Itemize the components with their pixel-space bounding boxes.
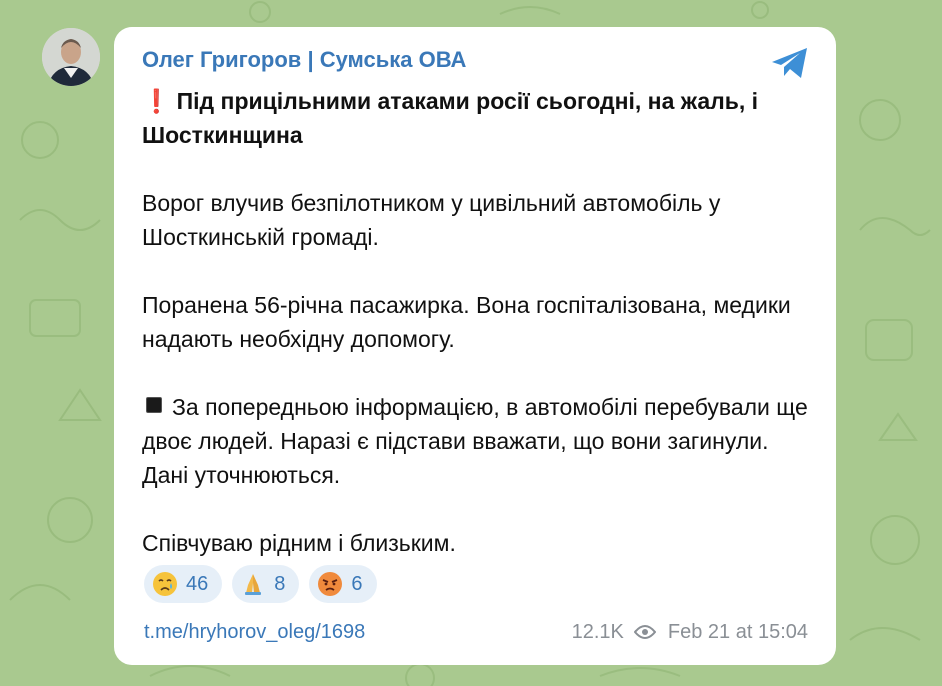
headline-text: Під прицільними атаками росії сьогодні, … (142, 88, 759, 148)
exclamation-icon: ❗ (142, 88, 171, 114)
post-meta: 12.1K Feb 21 at 15:04 (572, 619, 808, 645)
author-avatar[interactable] (42, 28, 100, 86)
channel-author-name[interactable]: Олег Григоров | Сумська ОВА (142, 45, 808, 75)
message-text: ❗ Під прицільними атаками росії сьогодні,… (142, 84, 808, 560)
telegram-icon[interactable] (770, 45, 810, 81)
crying-face-icon (153, 572, 177, 596)
angry-face-icon (318, 572, 343, 596)
reactions-bar: 46 8 6 (144, 565, 377, 603)
paragraph-2: Поранена 56-річна пасажирка. Вона госпіт… (142, 292, 791, 352)
post-datetime: Feb 21 at 15:04 (667, 621, 808, 643)
paragraph-1: Ворог влучив безпілотником у цивільний а… (142, 190, 721, 250)
reaction-pray[interactable]: 8 (232, 565, 300, 603)
black-square-icon (146, 397, 162, 413)
message-headline: ❗ Під прицільними атаками росії сьогодні,… (142, 84, 808, 152)
paragraph-4: Співчуваю рідним і близьким. (142, 530, 456, 556)
folded-hands-icon (245, 574, 262, 595)
views-count: 12.1K (571, 621, 624, 643)
paragraph-3: За попередньою інформацією, в автомобілі… (142, 390, 808, 492)
reaction-count: 8 (274, 572, 286, 595)
reaction-angry[interactable]: 6 (309, 565, 377, 603)
post-link[interactable]: t.me/hryhorov_oleg/1698 (144, 619, 365, 645)
eye-icon (633, 625, 656, 639)
reaction-count: 46 (186, 572, 209, 595)
reaction-count: 6 (351, 572, 363, 595)
avatar-photo (42, 28, 100, 86)
reaction-crying[interactable]: 46 (144, 565, 223, 603)
message-bubble: Олег Григоров | Сумська ОВА ❗ Під приціль… (114, 27, 836, 665)
paragraph-3-text: За попередньою інформацією, в автомобілі… (142, 394, 808, 488)
